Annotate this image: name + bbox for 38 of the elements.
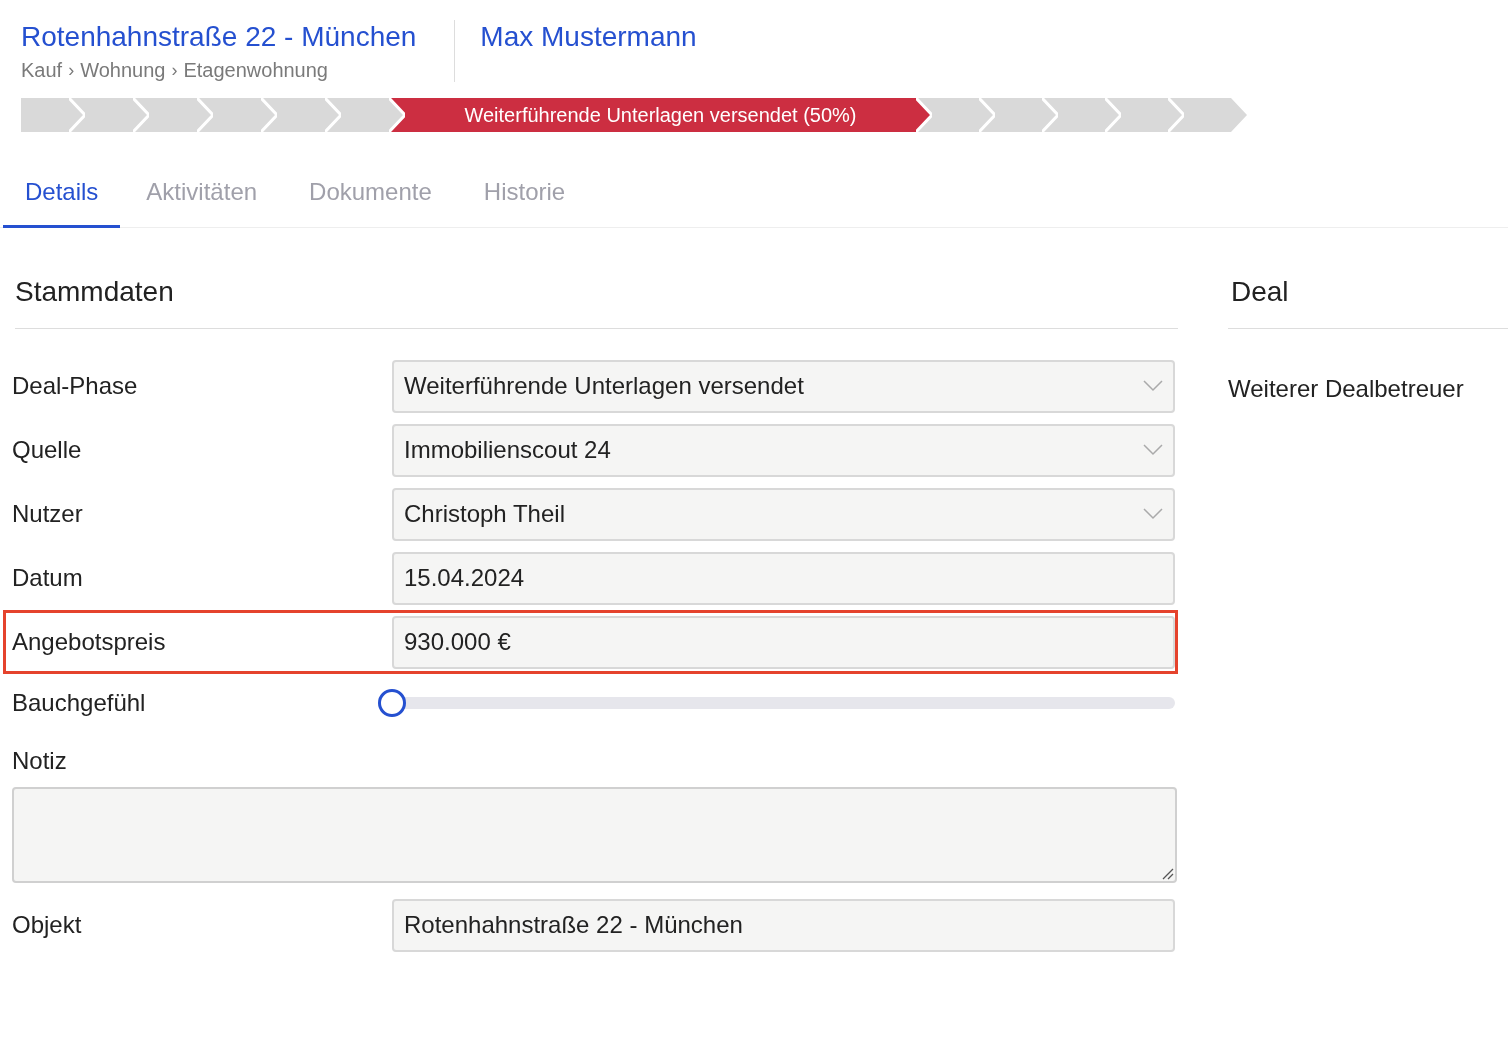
breadcrumb-item[interactable]: Wohnung: [80, 56, 166, 84]
field-label: Angebotspreis: [11, 627, 167, 657]
dropdown-field[interactable]: Immobilienscout 24: [392, 423, 1175, 477]
chevron-down-icon: [1143, 508, 1163, 520]
input-field[interactable]: Rotenhahnstraße 22 - München: [392, 898, 1175, 952]
breadcrumb-separator: ›: [68, 59, 75, 82]
field-value: Christoph Theil: [404, 499, 565, 529]
field-value: Immobilienscout 24: [404, 435, 611, 465]
section-title: Deal: [1228, 274, 1508, 329]
field-label: Objekt: [11, 910, 83, 940]
chevron-down-icon: [1143, 380, 1163, 392]
field-value: Rotenhahnstraße 22 - München: [404, 910, 743, 940]
breadcrumb-item[interactable]: Etagenwohnung: [183, 56, 328, 84]
input-field[interactable]: 930.000 €: [392, 615, 1175, 669]
field-label: Quelle: [11, 435, 83, 465]
breadcrumb-item[interactable]: Kauf: [21, 56, 63, 84]
chevron-arrow-icon: [1231, 98, 1247, 132]
field-label: Nutzer: [11, 499, 84, 529]
field-label: Bauchgefühl: [11, 688, 147, 718]
dropdown-field[interactable]: Christoph Theil: [392, 487, 1175, 541]
slider-thumb[interactable]: [378, 689, 406, 717]
field-value: Weiterführende Unterlagen versendet: [404, 371, 804, 401]
field-value: 930.000 €: [404, 627, 511, 657]
field-label: Notiz: [11, 746, 68, 776]
breadcrumb-separator: ›: [171, 59, 178, 82]
resize-handle-icon[interactable]: [1160, 866, 1174, 880]
dropdown-field[interactable]: Weiterführende Unterlagen versendet: [392, 359, 1175, 413]
contact-name[interactable]: Max Mustermann: [455, 20, 697, 54]
chevron-down-icon: [1143, 444, 1163, 456]
section-title: Stammdaten: [15, 274, 1178, 329]
field-label: Weiterer Dealbetreuer: [1228, 374, 1465, 404]
deal-title: Rotenhahnstraße 22 - München: [21, 20, 417, 54]
slider[interactable]: [378, 689, 1175, 717]
field-label: Datum: [11, 563, 84, 593]
field-label: Deal-Phase: [11, 371, 139, 401]
input-field[interactable]: 15.04.2024: [392, 551, 1175, 605]
tab[interactable]: Details: [3, 158, 121, 228]
field-value: 15.04.2024: [404, 563, 525, 593]
